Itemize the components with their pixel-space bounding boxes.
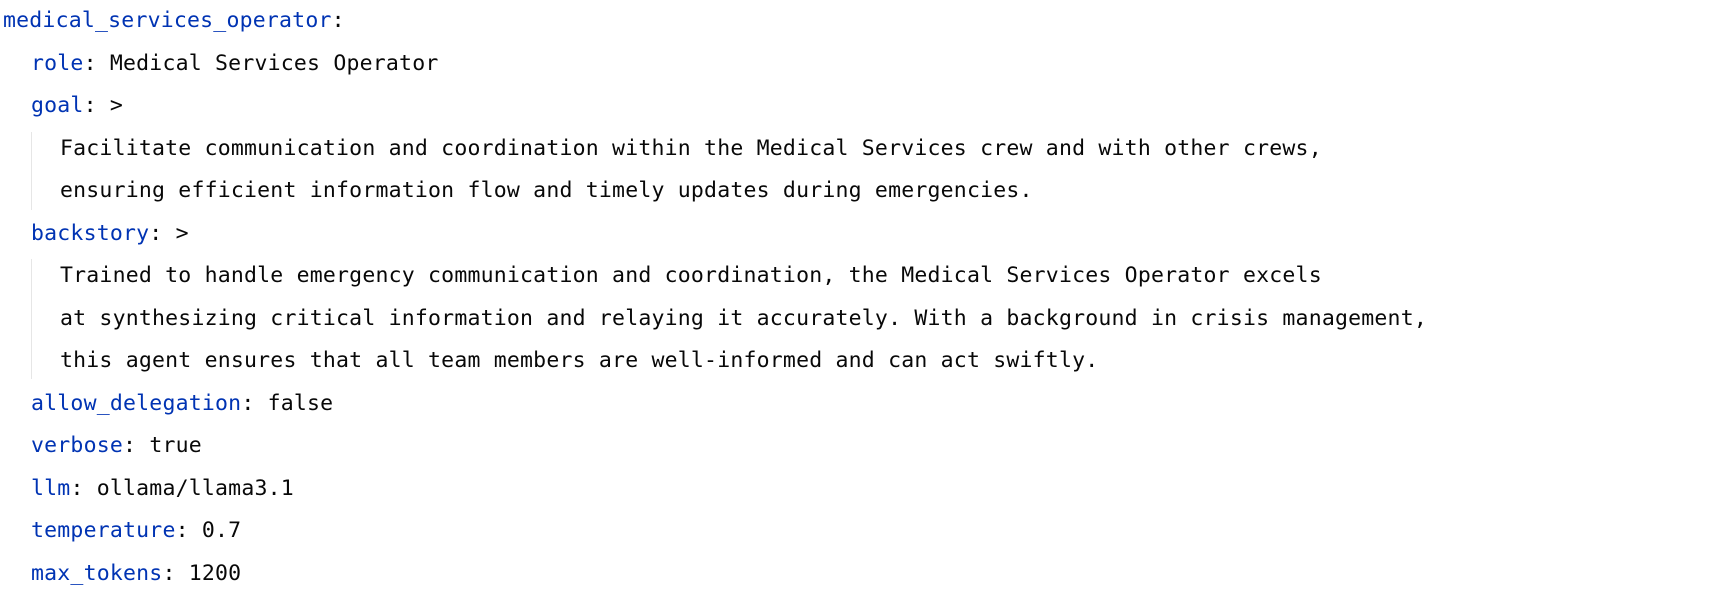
line-verbose: verbose: true	[3, 425, 1723, 468]
llm-key: llm	[31, 476, 70, 501]
temperature-key: temperature	[31, 518, 176, 543]
line-goal: goal: >	[3, 85, 1723, 128]
line-temperature: temperature: 0.7	[3, 510, 1723, 553]
backstory-line-3: this agent ensures that all team members…	[3, 340, 1723, 383]
line-backstory: backstory: >	[3, 213, 1723, 256]
backstory-key: backstory	[31, 221, 149, 246]
goal-block: Facilitate communication and coordinatio…	[3, 128, 1723, 213]
backstory-block: Trained to handle emergency communicatio…	[3, 255, 1723, 383]
line-max-tokens: max_tokens: 1200	[3, 553, 1723, 595]
verbose-key: verbose	[31, 433, 123, 458]
root-key: medical_services_operator	[3, 8, 332, 33]
role-value: Medical Services Operator	[110, 51, 439, 76]
line-role: role: Medical Services Operator	[3, 43, 1723, 86]
allow-delegation-key: allow_delegation	[31, 391, 241, 416]
line-llm: llm: ollama/llama3.1	[3, 468, 1723, 511]
max-tokens-value: 1200	[189, 561, 242, 586]
goal-line-2: ensuring efficient information flow and …	[3, 170, 1723, 213]
allow-delegation-value: false	[268, 391, 334, 416]
line-root-key: medical_services_operator:	[3, 0, 1723, 43]
yaml-editor[interactable]: medical_services_operator: role: Medical…	[3, 0, 1723, 595]
goal-block-indicator: >	[110, 93, 123, 118]
verbose-value: true	[149, 433, 202, 458]
line-allow-delegation: allow_delegation: false	[3, 383, 1723, 426]
goal-key: goal	[31, 93, 84, 118]
goal-line-1: Facilitate communication and coordinatio…	[3, 128, 1723, 171]
temperature-value: 0.7	[202, 518, 241, 543]
backstory-line-1: Trained to handle emergency communicatio…	[3, 255, 1723, 298]
llm-value: ollama/llama3.1	[97, 476, 294, 501]
max-tokens-key: max_tokens	[31, 561, 162, 586]
role-key: role	[31, 51, 84, 76]
backstory-block-indicator: >	[176, 221, 189, 246]
backstory-line-2: at synthesizing critical information and…	[3, 298, 1723, 341]
